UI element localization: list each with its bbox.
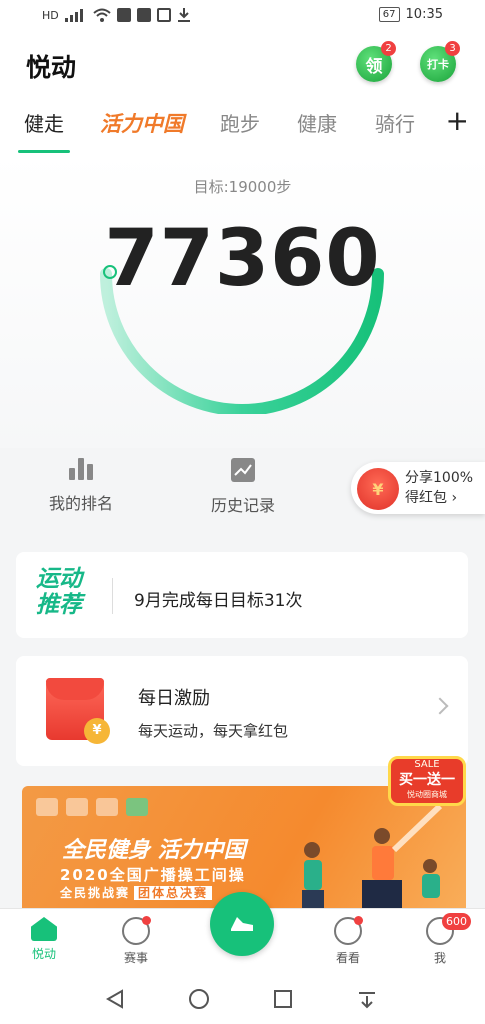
app-icon: [136, 8, 151, 22]
tab-vitality-china[interactable]: 活力中国: [100, 108, 184, 138]
recommend-text: 9月完成每日目标31次: [134, 591, 303, 611]
banner-title: 全民健身 活力中国: [62, 838, 246, 863]
daily-title: 每日激励: [138, 688, 210, 709]
home-circle-icon[interactable]: [188, 988, 210, 1010]
daily-incentive-card[interactable]: ¥ 每日激励 每天运动，每天拿红包: [16, 656, 468, 766]
exercising-people-illustration: [302, 803, 443, 916]
banner-subtitle: 2020全国广播操工间操: [60, 866, 246, 884]
nav-watch-label: 看看: [335, 951, 360, 965]
signal-icon: [64, 9, 83, 22]
chevron-right-icon: ›: [451, 490, 458, 506]
daily-subtitle: 每天运动，每天拿红包: [138, 722, 289, 740]
trend-chart-icon: [231, 458, 255, 482]
nav-events-label: 赛事: [123, 951, 148, 965]
share-line1: 分享100%: [405, 470, 474, 486]
my-ranking-label: 我的排名: [48, 494, 113, 513]
hd-icon: HD: [42, 8, 59, 22]
banner-tagline: 全民挑战赛 团体总决赛: [60, 884, 213, 901]
back-icon[interactable]: [104, 988, 126, 1010]
share-red-packet-button[interactable]: ¥ 分享100% 得红包 ›: [351, 462, 485, 514]
battery-icon: 67: [378, 7, 400, 22]
page-title: 悦动: [26, 53, 77, 82]
my-ranking-button[interactable]: 我的排名: [26, 458, 136, 514]
divider: [112, 578, 113, 614]
tab-health[interactable]: 健康: [297, 108, 337, 137]
nav-events[interactable]: 赛事: [106, 916, 166, 966]
nav-me-label: 我: [433, 951, 446, 965]
nav-home[interactable]: 悦动: [14, 917, 74, 962]
exercise-recommend-card[interactable]: 运动 推荐 9月完成每日目标31次: [16, 552, 468, 638]
start-exercise-button[interactable]: [210, 892, 274, 956]
sport-tabs: 健走 活力中国 跑步 健康 骑行 +: [0, 98, 485, 154]
history-button[interactable]: 历史记录: [188, 458, 298, 516]
tab-walk[interactable]: 健走: [18, 108, 70, 153]
red-packet-icon: ¥: [357, 468, 399, 510]
system-nav-bar: [0, 974, 485, 1024]
claim-button[interactable]: 领 2: [356, 41, 396, 82]
claim-badge: 2: [381, 41, 396, 56]
shoe-icon: [231, 917, 253, 931]
star-icon: [122, 916, 151, 945]
tab-ride[interactable]: 骑行: [375, 108, 415, 137]
sponsor-logos: [36, 798, 148, 816]
app-header: 悦动 领 2 打卡 3: [0, 34, 485, 98]
step-count: 77360: [104, 214, 381, 304]
checkin-button-label: 打卡: [427, 58, 449, 71]
status-left-icons: HD: [42, 8, 191, 22]
status-bar: HD 67 10:35: [0, 0, 485, 34]
home-icon: [31, 917, 57, 941]
clean-icon: [156, 8, 171, 22]
nav-home-label: 悦动: [31, 947, 56, 961]
checkin-button[interactable]: 打卡 3: [420, 41, 460, 82]
claim-button-label: 领: [365, 56, 383, 77]
recents-icon[interactable]: [272, 988, 294, 1010]
watch-icon: [334, 916, 363, 945]
wifi-icon: [93, 8, 111, 22]
nav-watch[interactable]: 看看: [318, 916, 378, 966]
coin-icon: ¥: [84, 718, 110, 744]
person-icon: 600: [426, 913, 471, 945]
nav-me[interactable]: 600 我: [410, 913, 471, 966]
recommend-logo: 运动 推荐: [36, 566, 82, 618]
checkin-badge: 3: [445, 41, 460, 56]
bar-chart-icon: [69, 458, 93, 480]
sale-badge[interactable]: SALE 买一送一 悦动圈商城: [388, 756, 466, 806]
step-goal: 目标:19000步: [193, 178, 292, 196]
share-text: 分享100% 得红包 ›: [405, 468, 473, 508]
history-label: 历史记录: [210, 496, 275, 515]
status-right: 67 10:35: [378, 7, 443, 22]
app-icon: [116, 8, 131, 22]
step-panel: 目标:19000步 77360: [0, 154, 485, 448]
add-tab-button[interactable]: +: [446, 104, 469, 137]
me-badge: 600: [442, 913, 471, 930]
download-icon: [177, 8, 190, 22]
tab-run[interactable]: 跑步: [220, 108, 260, 137]
clock: 10:35: [405, 7, 443, 22]
share-line2: 得红包 ›: [405, 490, 458, 506]
chevron-right-icon: [431, 697, 449, 715]
notification-pull-icon[interactable]: [356, 988, 378, 1010]
